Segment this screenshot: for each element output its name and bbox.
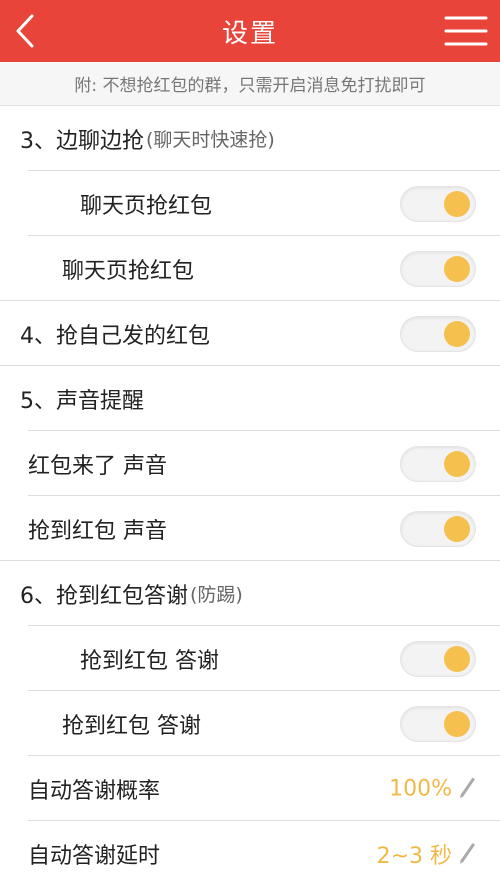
chat-grab-toggle-1[interactable]	[400, 185, 476, 222]
toggle-knob	[444, 645, 470, 672]
setting-label: 抢到红包 答谢	[80, 648, 219, 674]
toggle-knob	[444, 515, 470, 542]
section-thanks: 6、抢到红包答谢 (防踢)	[0, 561, 500, 626]
setting-chat-grab-2[interactable]: 聊天页抢红包	[0, 236, 500, 301]
thanks-toggle-1[interactable]	[400, 640, 476, 677]
setting-label: 自动答谢延时	[28, 843, 161, 869]
setting-thanks-2[interactable]: 抢到红包 答谢	[0, 691, 500, 756]
setting-thanks-probability[interactable]: 自动答谢概率 100%	[0, 756, 500, 821]
section-label: 3、边聊边抢	[20, 128, 144, 154]
pencil-icon	[460, 843, 475, 864]
section-hint: (防踢)	[190, 584, 243, 606]
section-hint: (聊天时快速抢)	[146, 129, 275, 151]
setting-label: 红包来了 声音	[28, 453, 167, 479]
setting-grab-own[interactable]: 4、抢自己发的红包	[0, 301, 500, 366]
setting-label: 聊天页抢红包	[80, 193, 213, 219]
menu-button[interactable]	[444, 14, 488, 48]
page-title: 设置	[221, 18, 278, 49]
sound-grabbed-toggle[interactable]	[400, 510, 476, 547]
pencil-icon	[460, 778, 475, 799]
setting-label: 聊天页抢红包	[62, 258, 195, 284]
setting-sound-grabbed[interactable]: 抢到红包 声音	[0, 496, 500, 561]
chevron-left-icon	[16, 14, 34, 48]
app-header: 设置	[0, 0, 500, 62]
settings-list: 3、边聊边抢 (聊天时快速抢) 聊天页抢红包 聊天页抢红包 4、抢自己发的红包 …	[0, 106, 500, 886]
toggle-knob	[444, 450, 470, 477]
grab-own-toggle[interactable]	[400, 315, 476, 352]
hamburger-menu-icon	[444, 16, 488, 46]
value-text: 100%	[389, 776, 452, 801]
chat-grab-toggle-2[interactable]	[400, 250, 476, 287]
toggle-knob	[444, 710, 470, 737]
setting-thanks-1[interactable]: 抢到红包 答谢	[0, 626, 500, 691]
setting-label: 抢到红包 答谢	[62, 713, 201, 739]
setting-chat-grab-1[interactable]: 聊天页抢红包	[0, 171, 500, 236]
toggle-knob	[444, 320, 470, 347]
setting-sound-incoming[interactable]: 红包来了 声音	[0, 431, 500, 496]
setting-label: 抢到红包 声音	[28, 518, 167, 544]
section-label: 5、声音提醒	[20, 388, 144, 414]
setting-label: 自动答谢概率	[28, 778, 161, 804]
thanks-delay-value[interactable]: 2~3 秒	[377, 838, 476, 870]
thanks-probability-value[interactable]: 100%	[389, 776, 476, 801]
setting-thanks-delay[interactable]: 自动答谢延时 2~3 秒	[0, 821, 500, 886]
section-label: 6、抢到红包答谢	[20, 583, 188, 609]
toggle-knob	[444, 255, 470, 282]
section-label: 4、抢自己发的红包	[20, 323, 210, 349]
notice-bar: 附: 不想抢红包的群，只需开启消息免打扰即可	[0, 62, 500, 106]
value-text: 2~3 秒	[376, 843, 452, 869]
section-chat-grab: 3、边聊边抢 (聊天时快速抢)	[0, 106, 500, 171]
back-button[interactable]	[8, 10, 48, 52]
section-sound: 5、声音提醒	[0, 366, 500, 431]
thanks-toggle-2[interactable]	[400, 705, 476, 742]
toggle-knob	[444, 190, 470, 217]
sound-incoming-toggle[interactable]	[400, 445, 476, 482]
